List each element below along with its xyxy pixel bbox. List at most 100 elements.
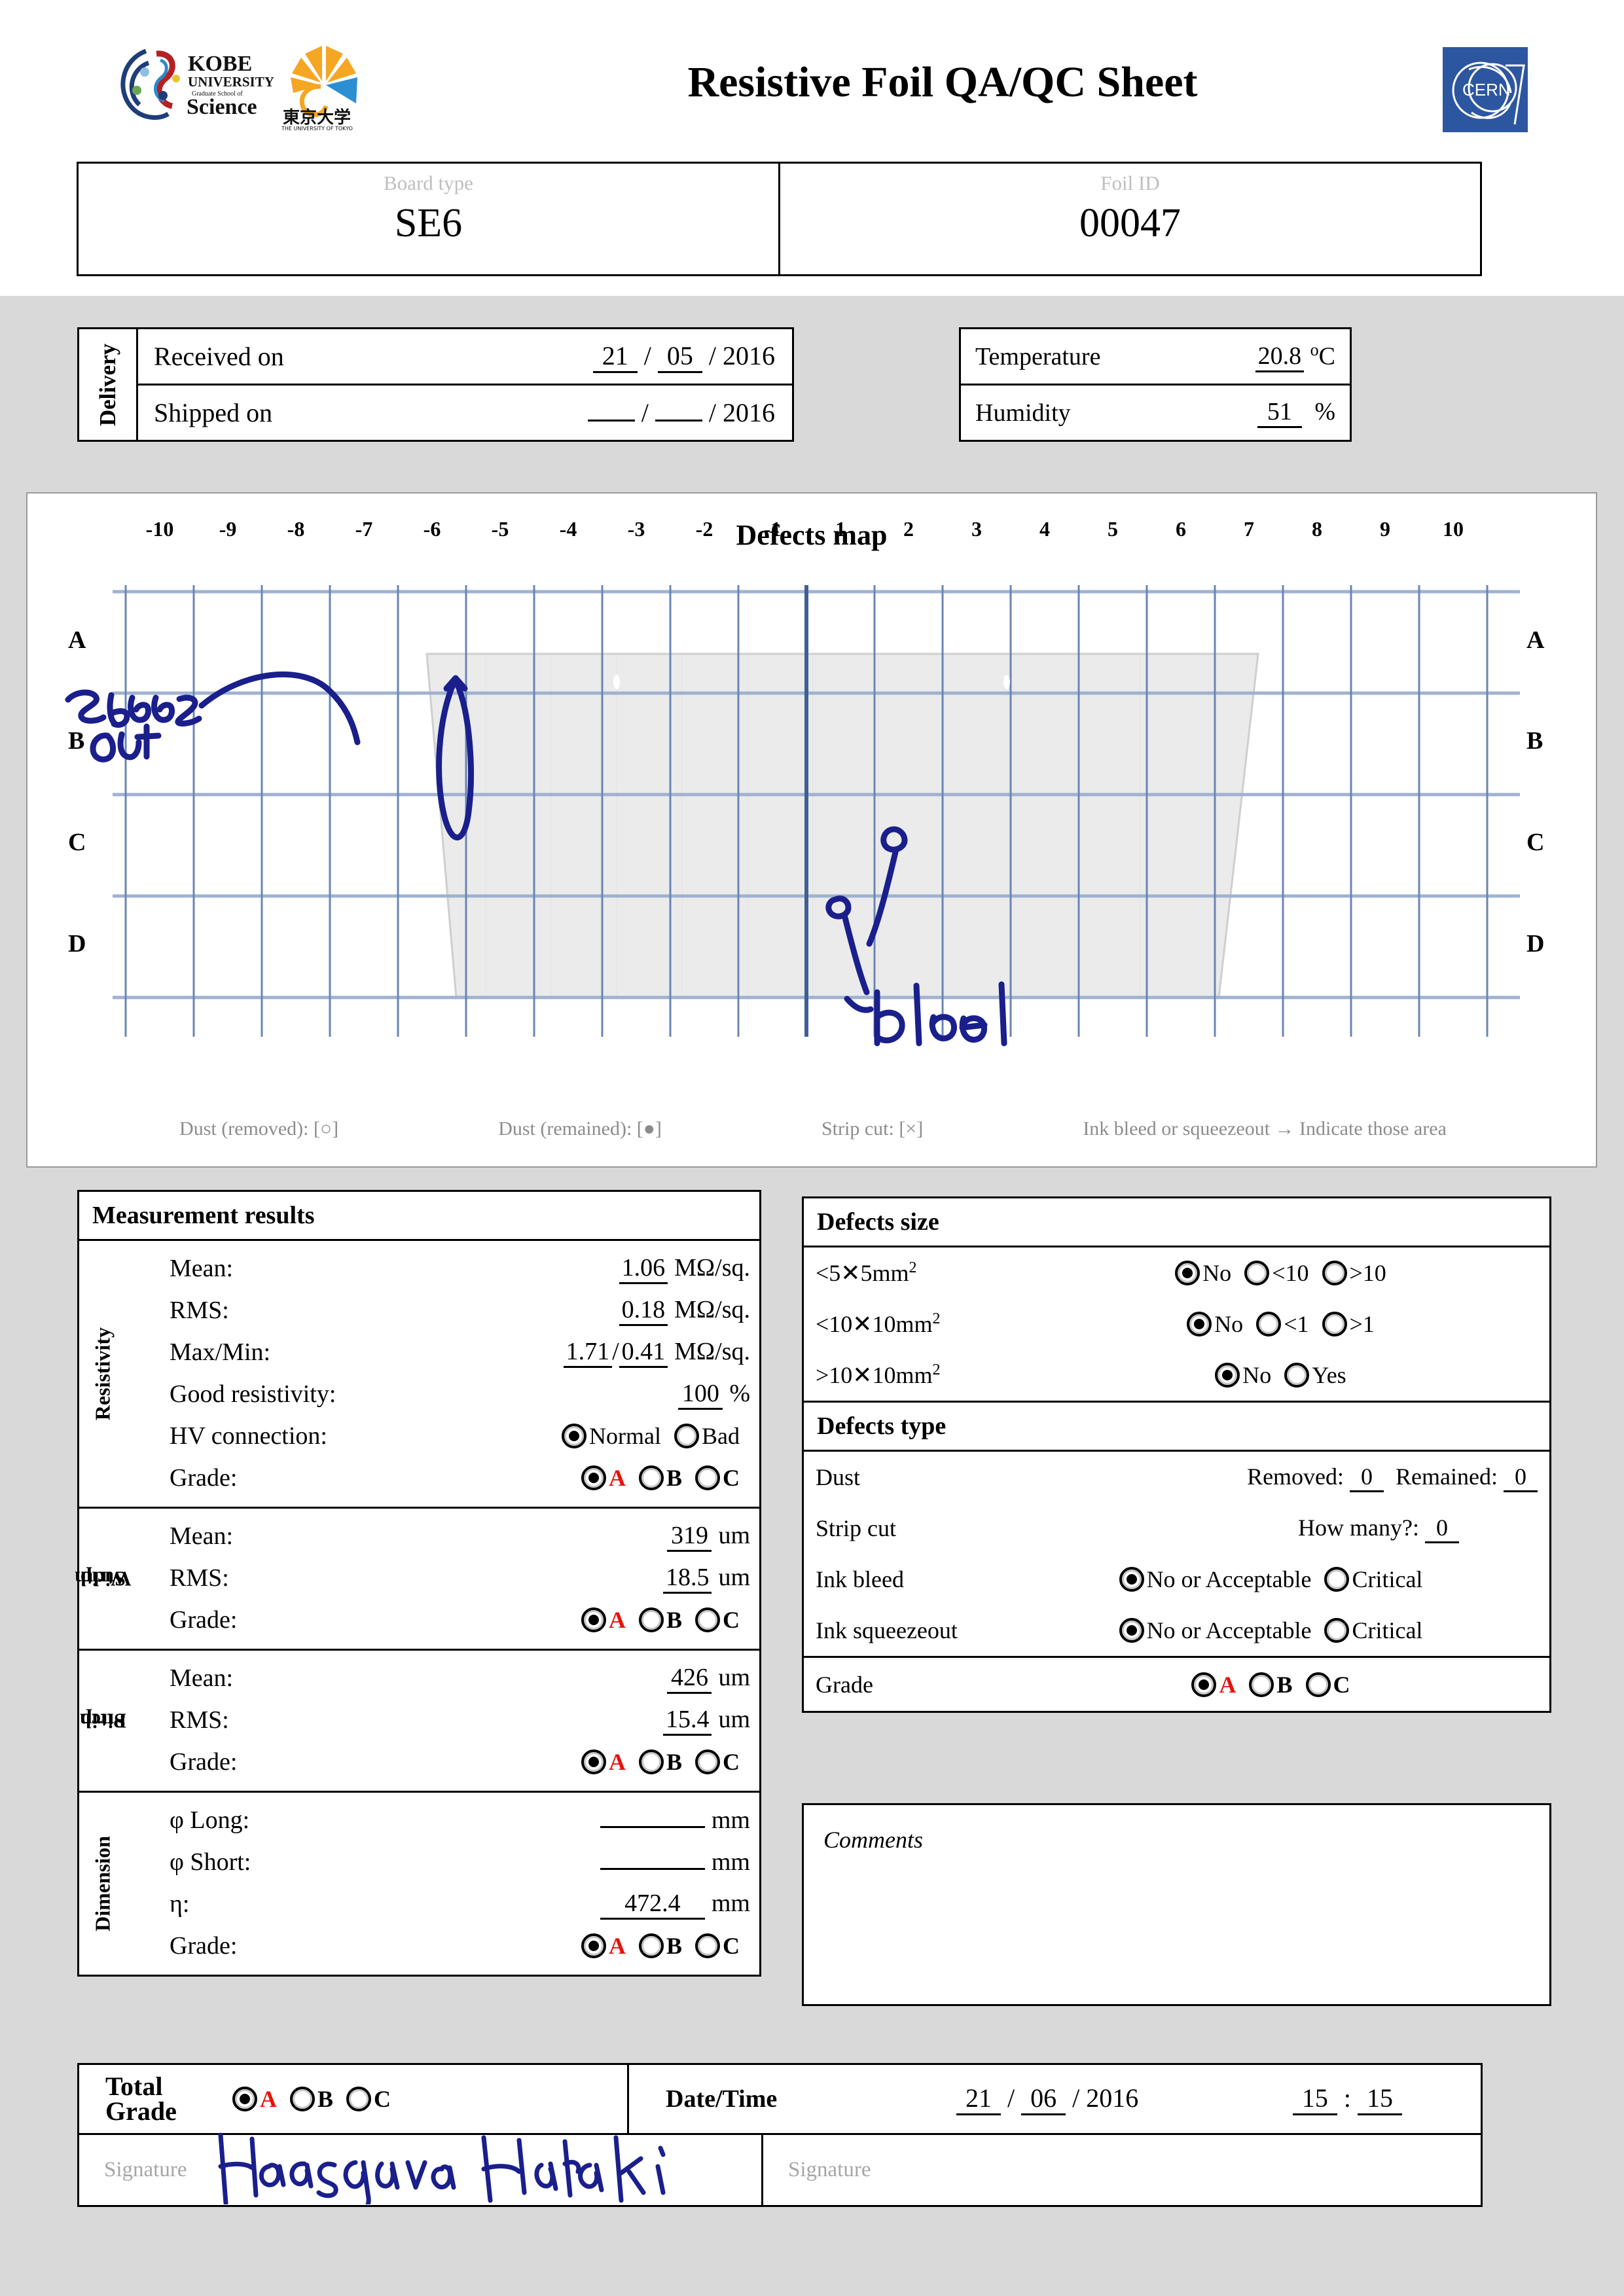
defects-size-5x5-lt10-radio[interactable] xyxy=(1244,1261,1270,1285)
section-dimension: Dimension φ Long: mm φ Short: mm η: 472.… xyxy=(79,1793,759,1975)
total-grade-b-radio[interactable] xyxy=(290,2087,315,2111)
defects-map-canvas[interactable]: -10 -9 -8 -7 -6 -5 -4 -3 -2 -1 1 2 3 4 5… xyxy=(27,517,1598,1089)
dimension-phi-long-label: φ Long: xyxy=(170,1806,250,1834)
section-strip-width-label: Strip Width xyxy=(74,1567,132,1591)
section-strip-pitch: Strip Pitch Mean: 426 um RMS: 15.4 um Grade… xyxy=(79,1651,759,1793)
resistivity-max-field[interactable]: 1.71 xyxy=(563,1337,613,1368)
resistivity-grade-b-radio[interactable] xyxy=(638,1465,664,1490)
board-type-value[interactable]: SE6 xyxy=(79,200,778,247)
shipped-month-field[interactable] xyxy=(655,420,702,422)
measurement-results-panel: Measurement results Resistivity Mean: 1.… xyxy=(74,1190,761,1977)
defects-size-5x5-no-radio[interactable] xyxy=(1175,1261,1200,1285)
strip-pitch-mean-row: Mean: 426 um xyxy=(126,1657,759,1699)
foil-id-value[interactable]: 00047 xyxy=(780,200,1480,247)
strip-width-grade-b-label: B xyxy=(666,1607,682,1633)
defects-size-sup-5x5: 2 xyxy=(909,1259,917,1276)
map-col-label-9: 9 xyxy=(1380,517,1390,541)
map-col-label--9: -9 xyxy=(219,517,237,541)
total-grade-b-label: B xyxy=(317,2086,334,2112)
defects-grade-b-radio[interactable] xyxy=(1249,1672,1274,1697)
strip-width-grade-c-radio[interactable] xyxy=(695,1607,720,1632)
defects-size-gt10x10-yes-radio[interactable] xyxy=(1284,1363,1310,1388)
map-col-label-5: 5 xyxy=(1108,517,1118,541)
good-resistivity-field[interactable]: 100 xyxy=(678,1379,723,1410)
strip-pitch-grade-a-radio[interactable] xyxy=(581,1749,606,1774)
defects-size-label-gt10x10: >10✕10mm xyxy=(816,1362,933,1388)
strip-width-mean-field[interactable]: 319 xyxy=(667,1521,712,1552)
defects-size-label-10x10: <10✕10mm xyxy=(816,1311,933,1337)
stripcut-count-field[interactable]: 0 xyxy=(1425,1514,1459,1543)
defects-size-5x5-no-label: No xyxy=(1202,1260,1232,1286)
shipped-day-field[interactable] xyxy=(587,420,635,422)
shipped-on-label: Shipped on xyxy=(154,398,273,427)
temperature-field[interactable]: 20.8 xyxy=(1255,342,1305,373)
date-day-field[interactable]: 21 xyxy=(956,2083,1001,2115)
hv-normal-label: Normal xyxy=(589,1423,661,1449)
strip-width-rms-field[interactable]: 18.5 xyxy=(662,1563,712,1594)
resistivity-rms-field[interactable]: 0.18 xyxy=(619,1295,668,1326)
defects-size-10x10-no-radio[interactable] xyxy=(1187,1312,1212,1336)
resistivity-grade-c-label: C xyxy=(723,1465,740,1491)
dust-remained-field[interactable]: 0 xyxy=(1504,1463,1538,1492)
maxmin-slash: / xyxy=(612,1337,619,1365)
hv-bad-radio[interactable] xyxy=(674,1424,699,1448)
shipped-year-field[interactable]: 2016 xyxy=(723,398,775,427)
environment-box: Temperature 20.8 oC Humidity 51 % xyxy=(959,327,1352,442)
signature-cell-1[interactable]: Signature xyxy=(79,2132,763,2213)
dimension-phi-short-field[interactable] xyxy=(600,1868,705,1870)
total-grade-a-radio[interactable] xyxy=(232,2087,257,2111)
defects-grade-a-radio[interactable] xyxy=(1191,1672,1217,1697)
map-row-label-a-left: A xyxy=(68,626,86,654)
signature-cell-2[interactable]: Signature xyxy=(763,2135,1481,2205)
map-col-label-10: 10 xyxy=(1443,517,1464,541)
squeezeout-acceptable-radio[interactable] xyxy=(1119,1618,1144,1643)
dimension-grade-b-radio[interactable] xyxy=(638,1933,664,1958)
map-col-label-6: 6 xyxy=(1176,517,1186,541)
inkbleed-critical-radio[interactable] xyxy=(1324,1567,1350,1592)
degree-symbol: o xyxy=(1310,340,1319,359)
dust-label: Dust xyxy=(816,1464,861,1490)
defects-grade-c-radio[interactable] xyxy=(1305,1672,1331,1697)
dimension-grade-a-label: A xyxy=(608,1933,626,1959)
dimension-eta-field[interactable]: 472.4 xyxy=(600,1889,705,1920)
date-year-field[interactable]: 2016 xyxy=(1086,2083,1138,2113)
resistivity-min-field[interactable]: 0.41 xyxy=(619,1337,668,1368)
defects-size-gt10x10-no-radio[interactable] xyxy=(1215,1363,1240,1388)
dimension-grade-c-radio[interactable] xyxy=(695,1933,720,1958)
total-grade-c-radio[interactable] xyxy=(346,2087,372,2111)
shipped-on-date: / / 2016 xyxy=(587,397,775,428)
inkbleed-acceptable-radio[interactable] xyxy=(1119,1567,1144,1592)
strip-pitch-grade-c-radio[interactable] xyxy=(695,1749,720,1774)
strip-width-grade-b-radio[interactable] xyxy=(638,1607,664,1632)
dust-removed-field[interactable]: 0 xyxy=(1350,1463,1384,1492)
time-minute-field[interactable]: 15 xyxy=(1358,2083,1402,2115)
resistivity-grade-b-label: B xyxy=(666,1465,682,1491)
time-hour-field[interactable]: 15 xyxy=(1292,2083,1337,2115)
resistivity-grade-a-radio[interactable] xyxy=(581,1465,606,1490)
resistivity-grade-c-radio[interactable] xyxy=(695,1465,720,1490)
strip-pitch-rms-field[interactable]: 15.4 xyxy=(662,1705,712,1736)
hv-normal-radio[interactable] xyxy=(562,1424,587,1448)
strip-width-grade-a-radio[interactable] xyxy=(581,1607,606,1632)
strip-pitch-grade-b-radio[interactable] xyxy=(638,1749,664,1774)
received-day-field[interactable]: 21 xyxy=(592,340,638,373)
received-year-field[interactable]: 2016 xyxy=(723,341,775,370)
resistivity-mean-field[interactable]: 1.06 xyxy=(619,1253,668,1284)
defects-size-body: <5✕5mm2 No <10 >10 <10✕10mm2 No <1 >1 >10✕10… xyxy=(802,1247,1551,1403)
comments-box[interactable]: Comments xyxy=(802,1803,1551,2006)
received-month-field[interactable]: 05 xyxy=(657,340,702,373)
defects-size-5x5-gt10-radio[interactable] xyxy=(1322,1261,1347,1285)
date-month-field[interactable]: 06 xyxy=(1021,2083,1066,2115)
squeezeout-critical-radio[interactable] xyxy=(1324,1618,1350,1643)
defects-size-10x10-lt1-label: <1 xyxy=(1284,1311,1309,1337)
signature-value-1[interactable] xyxy=(206,2132,704,2213)
defects-size-10x10-lt1-radio[interactable] xyxy=(1256,1312,1282,1336)
dimension-phi-long-field[interactable] xyxy=(600,1826,705,1828)
strip-pitch-mean-field[interactable]: 426 xyxy=(667,1663,712,1694)
defects-type-grade-row: Grade A B C xyxy=(804,1656,1549,1711)
map-col-label--3: -3 xyxy=(627,517,645,541)
humidity-field[interactable]: 51 xyxy=(1257,397,1302,428)
dimension-grade-a-radio[interactable] xyxy=(581,1933,606,1958)
defects-size-10x10-gt1-radio[interactable] xyxy=(1322,1312,1347,1336)
strip-pitch-rms-row: RMS: 15.4 um xyxy=(126,1699,759,1741)
